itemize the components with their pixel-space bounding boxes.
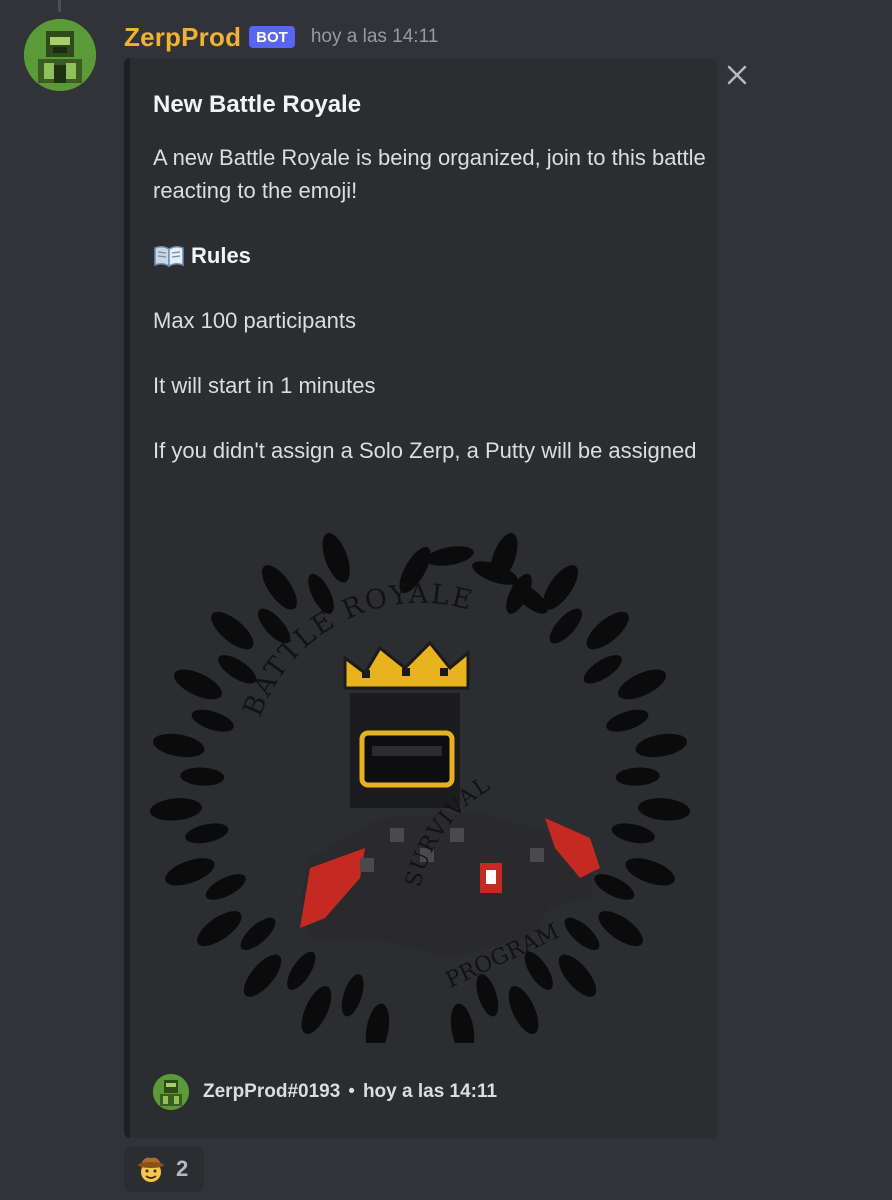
embed-description: A new Battle Royale is being organized, … [153,142,708,467]
footer-separator: • [348,1081,355,1102]
rule-start-time: It will start in 1 minutes [153,372,376,398]
embed-image[interactable]: BATTLE ROYALE SURVIVAL PROGRAM [150,518,700,1055]
rules-heading: Rules [153,240,708,273]
embed-footer: ZerpProd#0193 • hoy a las 14:11 [153,1074,497,1110]
rule-assign: If you didn't assign a Solo Zerp, a Putt… [153,437,697,463]
chat-view: ZerpProd BOT hoy a las 14:11 New Battle … [0,0,892,1200]
reply-spine [58,0,61,12]
footer-name: ZerpProd#0193 [203,1081,341,1102]
close-icon [727,65,747,85]
zerp-avatar-small-icon [153,1074,189,1110]
open-book-icon [154,245,184,268]
message-timestamp[interactable]: hoy a las 14:11 [311,26,438,48]
embed: New Battle Royale A new Battle Royale is… [124,58,718,1138]
close-embed-button[interactable] [724,62,750,88]
reaction-button[interactable]: 2 [124,1146,204,1192]
reaction-count: 2 [176,1156,189,1181]
rules-heading-label: Rules [191,242,251,268]
battle-royale-logo-image: BATTLE ROYALE SURVIVAL PROGRAM [150,533,690,1055]
footer-timestamp: hoy a las 14:11 [362,1081,498,1102]
embed-title: New Battle Royale [153,91,362,118]
rule-max-participants: Max 100 participants [153,307,356,333]
bot-badge: BOT [249,26,295,48]
zerp-avatar-icon [24,19,96,91]
cowboy-face-icon [138,1157,164,1182]
message-header: ZerpProd BOT hoy a las 14:11 [124,20,438,54]
footer-avatar [153,1074,189,1110]
username[interactable]: ZerpProd [124,22,241,53]
user-avatar[interactable] [24,19,96,91]
embed-description-intro: A new Battle Royale is being organized, … [153,145,706,203]
